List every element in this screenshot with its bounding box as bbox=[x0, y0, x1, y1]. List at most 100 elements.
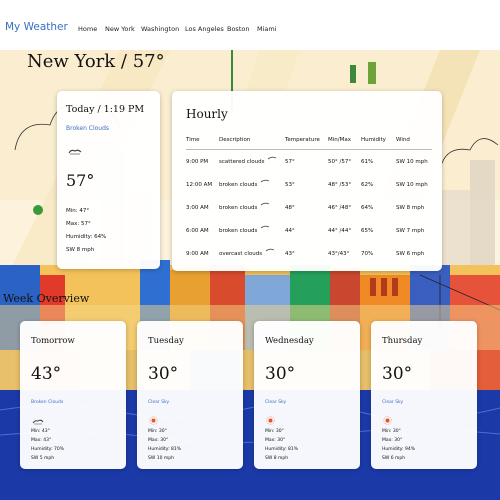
row-temperature: 44° bbox=[285, 227, 295, 234]
today-wind: SW 8 mph bbox=[66, 247, 95, 253]
week-overview-title: Week Overview bbox=[3, 292, 90, 305]
nav-link-home[interactable]: Home bbox=[78, 25, 97, 33]
row-time: 9:00 PM bbox=[186, 158, 209, 165]
row-description-cell: broken clouds bbox=[219, 219, 285, 242]
row-humidity: 61% bbox=[361, 158, 374, 165]
day-name: Tomorrow bbox=[31, 336, 75, 346]
row-humidity: 64% bbox=[361, 204, 374, 211]
row-time: 6:00 AM bbox=[186, 227, 209, 234]
column-header-time: Time bbox=[186, 135, 219, 150]
table-row: 3:00 AM broken clouds 48° 46° /48° 64% S… bbox=[186, 196, 432, 219]
day-card-tomorrow: Tomorrow 43° Broken Clouds Min: 43° Max:… bbox=[20, 321, 126, 469]
row-description: scattered clouds bbox=[219, 158, 265, 165]
day-temperature: 43° bbox=[31, 364, 62, 384]
day-max: Max: 30° bbox=[382, 438, 403, 443]
day-temperature: 30° bbox=[148, 364, 179, 384]
today-min: Min: 47° bbox=[66, 208, 90, 214]
row-temperature: 48° bbox=[285, 204, 295, 211]
column-header-wind: Wind bbox=[396, 135, 432, 150]
top-navbar: My Weather Home New York Washington Los … bbox=[0, 0, 500, 50]
broken-clouds-icon bbox=[261, 225, 270, 228]
row-description-cell: broken clouds bbox=[219, 173, 285, 196]
day-wind: SW 6 mph bbox=[382, 456, 406, 461]
hourly-title: Hourly bbox=[186, 107, 228, 121]
day-condition: Clear Sky bbox=[382, 400, 404, 405]
day-min: Min: 43° bbox=[31, 429, 50, 434]
day-wind: SW 8 mph bbox=[265, 456, 289, 461]
day-wind: SW 5 mph bbox=[31, 456, 55, 461]
row-temperature: 57° bbox=[285, 158, 295, 165]
row-wind: SW 6 mph bbox=[396, 250, 425, 257]
row-humidity: 70% bbox=[361, 250, 374, 257]
sun-icon bbox=[149, 410, 158, 429]
day-temperature: 30° bbox=[382, 364, 413, 384]
overcast-clouds-icon bbox=[265, 248, 275, 251]
day-condition: Broken Clouds bbox=[31, 400, 64, 405]
row-time: 3:00 AM bbox=[186, 204, 209, 211]
row-temperature: 53° bbox=[285, 181, 295, 188]
column-header-min-max: Min/Max bbox=[328, 135, 361, 150]
nav-link-washington[interactable]: Washington bbox=[141, 25, 179, 33]
row-description-cell: broken clouds bbox=[219, 196, 285, 219]
day-humidity: Humidity: 94% bbox=[382, 447, 416, 452]
row-humidity: 65% bbox=[361, 227, 374, 234]
today-title: Today / 1:19 PM bbox=[66, 104, 145, 115]
day-humidity: Humidity: 81% bbox=[265, 447, 299, 452]
broken-clouds-icon bbox=[261, 202, 270, 205]
today-condition: Broken Clouds bbox=[66, 125, 110, 132]
day-max: Max: 43° bbox=[31, 438, 52, 443]
scattered-clouds-icon bbox=[268, 156, 277, 159]
row-min-max: 50° /57° bbox=[328, 158, 352, 165]
today-temperature: 57° bbox=[66, 171, 95, 190]
day-condition: Clear Sky bbox=[265, 400, 287, 405]
nav-link-miami[interactable]: Miami bbox=[257, 25, 277, 33]
brand-logo[interactable]: My Weather bbox=[5, 21, 68, 33]
today-humidity: Humidity: 64% bbox=[66, 234, 107, 240]
row-min-max: 46° /48° bbox=[328, 204, 352, 211]
row-description: broken clouds bbox=[219, 227, 258, 234]
day-name: Thursday bbox=[382, 336, 423, 346]
table-row: 6:00 AM broken clouds 44° 44° /44° 65% S… bbox=[186, 219, 432, 242]
day-min: Min: 30° bbox=[265, 429, 284, 434]
hourly-card: Hourly Time Description Temperature Min/… bbox=[172, 91, 442, 271]
day-temperature: 30° bbox=[265, 364, 296, 384]
day-name: Wednesday bbox=[265, 336, 314, 346]
day-wind: SW 10 mph bbox=[148, 456, 174, 461]
row-min-max: 48° /53° bbox=[328, 181, 352, 188]
day-min: Min: 30° bbox=[148, 429, 167, 434]
day-name: Tuesday bbox=[148, 336, 184, 346]
sun-icon bbox=[266, 410, 275, 429]
today-card: Today / 1:19 PM Broken Clouds 57° Min: 4… bbox=[57, 91, 160, 269]
nav-link-boston[interactable]: Boston bbox=[227, 25, 249, 33]
column-header-humidity: Humidity bbox=[361, 135, 396, 150]
row-min-max: 43°/43° bbox=[328, 250, 350, 257]
row-wind: SW 10 mph bbox=[396, 158, 428, 165]
page-title: New York / 57° bbox=[27, 51, 165, 72]
sun-icon bbox=[383, 410, 392, 429]
broken-clouds-icon bbox=[261, 179, 270, 182]
day-card-wednesday: Wednesday 30° Clear Sky Min: 30° Max: 30… bbox=[254, 321, 360, 469]
column-header-temperature: Temperature bbox=[285, 135, 328, 150]
row-time: 9:00 AM bbox=[186, 250, 209, 257]
table-row: 9:00 AM overcast clouds 43° 43°/43° 70% … bbox=[186, 242, 432, 265]
nav-link-new-york[interactable]: New York bbox=[105, 25, 135, 33]
day-condition: Clear Sky bbox=[148, 400, 170, 405]
column-header-description: Description bbox=[219, 135, 285, 150]
nav-link-los-angeles[interactable]: Los Angeles bbox=[185, 25, 224, 33]
row-wind: SW 10 mph bbox=[396, 181, 428, 188]
hourly-header-row: Time Description Temperature Min/Max Hum… bbox=[186, 135, 432, 150]
table-row: 12:00 AM broken clouds 53° 48° /53° 62% … bbox=[186, 173, 432, 196]
day-card-tuesday: Tuesday 30° Clear Sky Min: 30° Max: 30° … bbox=[137, 321, 243, 469]
broken-clouds-icon bbox=[32, 410, 44, 429]
day-humidity: Humidity: 81% bbox=[148, 447, 182, 452]
row-min-max: 44° /44° bbox=[328, 227, 352, 234]
row-description-cell: scattered clouds bbox=[219, 150, 285, 174]
row-time: 12:00 AM bbox=[186, 181, 213, 188]
today-max: Max: 57° bbox=[66, 221, 91, 227]
day-min: Min: 30° bbox=[382, 429, 401, 434]
broken-clouds-icon bbox=[68, 140, 82, 159]
day-max: Max: 30° bbox=[148, 438, 169, 443]
day-max: Max: 30° bbox=[265, 438, 286, 443]
row-humidity: 62% bbox=[361, 181, 374, 188]
row-wind: SW 8 mph bbox=[396, 204, 425, 211]
